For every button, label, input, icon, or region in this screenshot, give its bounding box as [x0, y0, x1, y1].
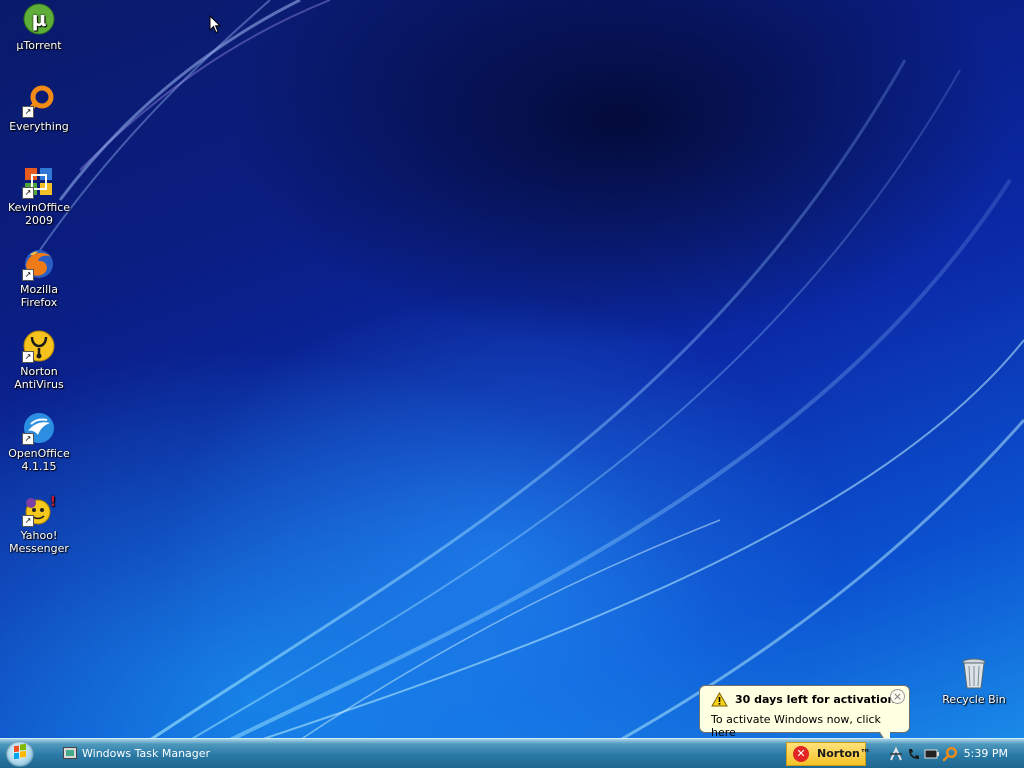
error-x-icon: ✕: [793, 746, 809, 762]
network-icon[interactable]: [888, 746, 904, 762]
system-tray: 5:39 PM: [884, 739, 1024, 769]
desktop[interactable]: µ µTorrent ↗ Everything ↗ KevinOffice 20…: [0, 0, 1024, 738]
shortcut-arrow-icon: ↗: [22, 433, 34, 445]
start-button[interactable]: [6, 741, 34, 767]
warning-icon: [711, 692, 728, 707]
desktop-icon-yahoo-messenger[interactable]: ! ↗ Yahoo! Messenger: [1, 493, 77, 555]
utorrent-icon: µ: [22, 3, 56, 37]
desktop-icon-label: Norton AntiVirus: [14, 365, 64, 391]
desktop-icon-label: Recycle Bin: [942, 693, 1006, 706]
desktop-icon-kevinoffice[interactable]: ↗ KevinOffice 2009: [1, 165, 77, 227]
openoffice-icon: ↗: [22, 411, 56, 445]
shortcut-arrow-icon: ↗: [22, 106, 34, 118]
office-icon: ↗: [22, 165, 56, 199]
desktop-icon-firefox[interactable]: ↗ Mozilla Firefox: [1, 247, 77, 309]
shortcut-arrow-icon: ↗: [22, 187, 34, 199]
svg-text:µ: µ: [32, 7, 47, 31]
shortcut-arrow-icon: ↗: [22, 351, 34, 363]
phone-icon[interactable]: [906, 746, 922, 762]
firefox-icon: ↗: [22, 247, 56, 281]
desktop-icon-label: Yahoo! Messenger: [9, 529, 69, 555]
taskbar-button-label: Windows Task Manager: [82, 747, 211, 760]
mouse-cursor-icon: [209, 15, 221, 34]
norton-toolbar-button[interactable]: ✕ Norton™: [786, 742, 871, 766]
shortcut-arrow-icon: ↗: [22, 269, 34, 281]
taskbar-button-task-manager[interactable]: Windows Task Manager: [58, 743, 268, 765]
task-manager-icon: [63, 747, 77, 759]
everything-search-icon: ↗: [22, 84, 56, 118]
taskbar: Windows Task Manager ✕ Norton™ 5:39 PM: [0, 738, 1024, 768]
desktop-icon-utorrent[interactable]: µ µTorrent: [1, 3, 77, 52]
recycle-bin-icon: [957, 657, 991, 691]
desktop-icon-norton-antivirus[interactable]: ↗ Norton AntiVirus: [1, 329, 77, 391]
shortcut-arrow-icon: ↗: [22, 515, 34, 527]
balloon-title: 30 days left for activation: [735, 693, 896, 706]
desktop-icon-label: Everything: [9, 120, 69, 133]
norton-antivirus-icon: ↗: [22, 329, 56, 363]
svg-text:!: !: [50, 495, 56, 510]
taskbar-clock[interactable]: 5:39 PM: [964, 739, 1008, 769]
battery-icon[interactable]: [924, 746, 940, 762]
desktop-icon-openoffice[interactable]: ↗ OpenOffice 4.1.15: [1, 411, 77, 473]
norton-label: Norton™: [817, 747, 871, 760]
yahoo-messenger-icon: ! ↗: [22, 493, 56, 527]
desktop-icon-recycle-bin[interactable]: Recycle Bin: [936, 657, 1012, 706]
desktop-icon-label: KevinOffice 2009: [7, 201, 71, 227]
balloon-close-button[interactable]: ×: [890, 689, 905, 704]
desktop-icon-label: OpenOffice 4.1.15: [8, 447, 70, 473]
search-icon[interactable]: [942, 746, 958, 762]
desktop-icon-everything[interactable]: ↗ Everything: [1, 84, 77, 133]
desktop-icon-label: Mozilla Firefox: [20, 283, 58, 309]
wallpaper-swirls: [39, 0, 1024, 738]
balloon-body-link[interactable]: To activate Windows now, click here: [711, 713, 909, 739]
activation-notification-balloon[interactable]: 30 days left for activation To activate …: [699, 685, 910, 750]
desktop-icon-label: µTorrent: [16, 39, 62, 52]
start-orb-icon: [14, 743, 26, 760]
